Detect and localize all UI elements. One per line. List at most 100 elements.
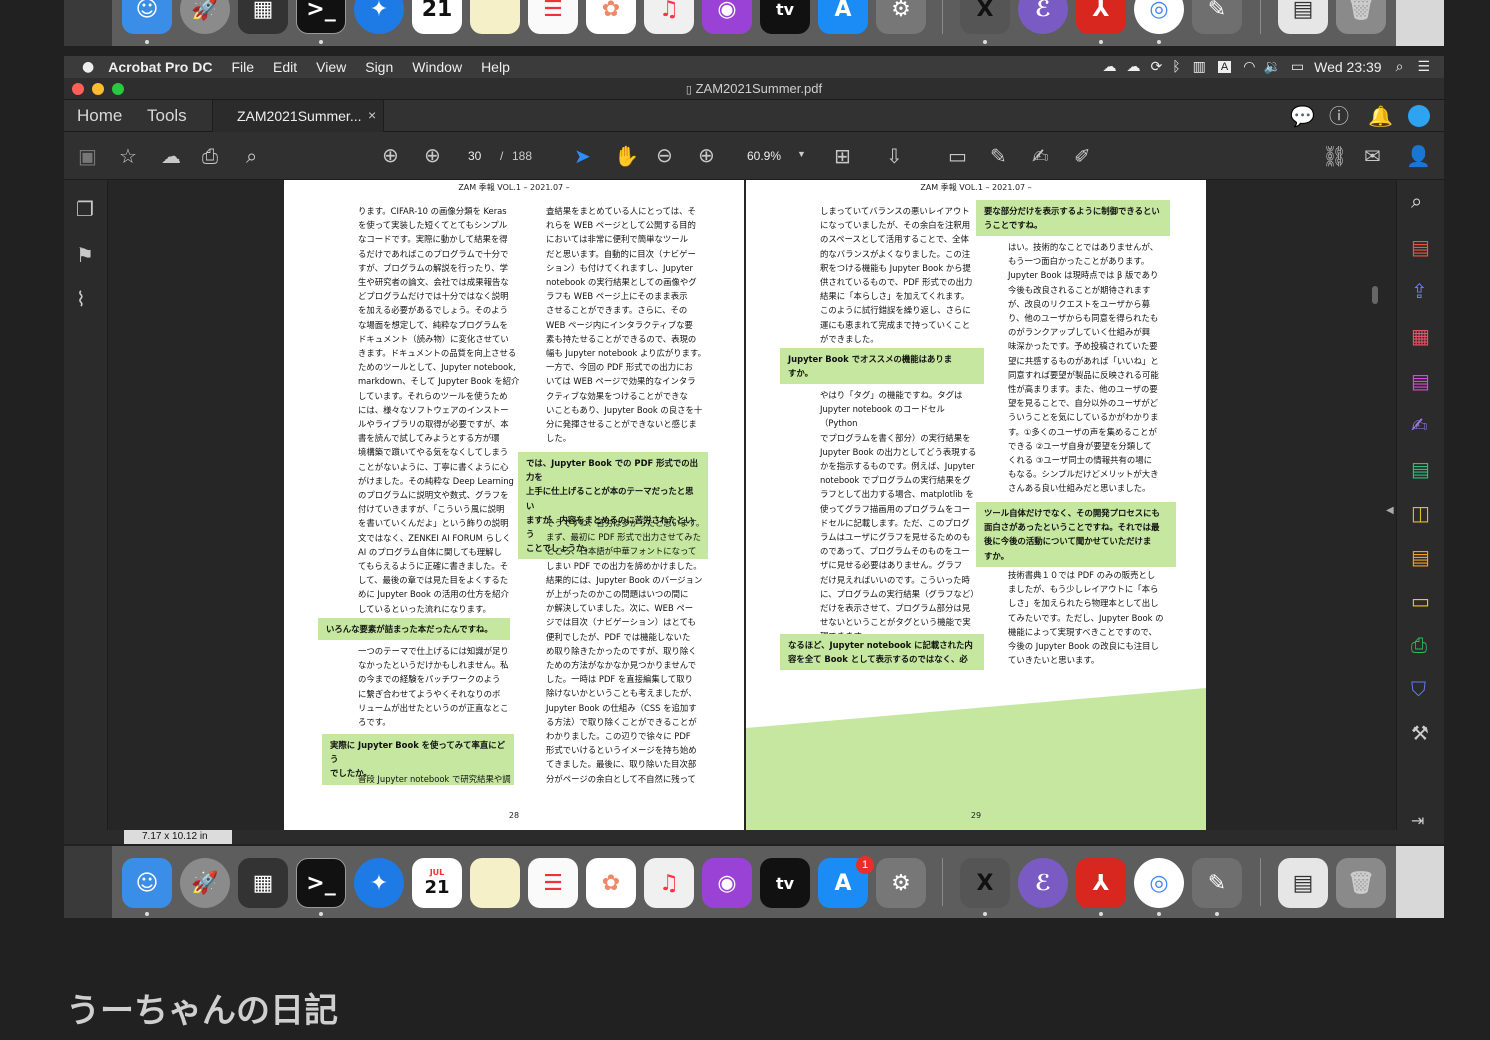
collapse-panel-icon[interactable]: ⇥	[1411, 810, 1424, 832]
zoom-dropdown-icon[interactable]: ▼	[797, 149, 806, 159]
notifications-bell-icon[interactable]: 🔔	[1368, 105, 1393, 127]
print-icon[interactable]: ⎙	[202, 145, 218, 167]
bookmark-star-icon[interactable]: ☆	[119, 145, 137, 167]
music-icon[interactable]: ♫	[644, 858, 694, 908]
more-tools-icon[interactable]: ⚒	[1411, 722, 1429, 744]
create-pdf-icon[interactable]: ▤	[1411, 236, 1430, 258]
comment-icon[interactable]: 💬	[1290, 105, 1315, 127]
documents-stack-icon[interactable]: ▤	[1278, 0, 1328, 34]
calendar-icon[interactable]: JUL 21	[412, 858, 462, 908]
next-page-icon[interactable]: ⊕	[424, 144, 441, 166]
safari-icon[interactable]: ✦	[354, 858, 404, 908]
apple-tv-icon[interactable]: tv	[760, 858, 810, 908]
page-thumbnails-icon[interactable]: ❐	[76, 198, 94, 220]
scrolling-mode-icon[interactable]: ⇩	[886, 145, 903, 167]
spotlight-icon[interactable]: ⌕	[1396, 59, 1404, 75]
protect-shield-icon[interactable]: ⛉	[1411, 678, 1426, 700]
system-preferences-icon[interactable]: ⚙	[876, 858, 926, 908]
podcasts-icon[interactable]: ◉	[702, 858, 752, 908]
comment-tool-icon[interactable]: ▭	[1411, 590, 1430, 612]
upload-cloud-icon[interactable]: ☁	[161, 145, 181, 167]
edit-document-icon[interactable]: ▤	[1411, 370, 1430, 392]
account-avatar[interactable]	[1408, 105, 1430, 127]
creative-cloud-icon[interactable]: ☁	[1103, 59, 1117, 75]
bluetooth-icon[interactable]: ᛒ	[1172, 59, 1180, 75]
trash-icon[interactable]: 🗑	[1336, 858, 1386, 908]
apple-icon[interactable]: ●	[82, 59, 94, 75]
add-user-icon[interactable]: 👤	[1406, 145, 1431, 167]
calendar-icon[interactable]: 21	[412, 0, 462, 34]
menu-help[interactable]: Help	[481, 59, 510, 75]
tab-home[interactable]: Home	[77, 106, 122, 126]
launchpad-icon[interactable]: 🚀	[180, 858, 230, 908]
fill-sign-icon[interactable]: ✍	[1411, 414, 1428, 436]
tab-document[interactable]: ZAM2021Summer... ×	[212, 100, 384, 132]
chrome-icon[interactable]: ◎	[1134, 858, 1184, 908]
reminders-icon[interactable]: ☰	[528, 858, 578, 908]
reminders-icon[interactable]: ☰	[528, 0, 578, 34]
system-preferences-icon[interactable]: ⚙	[876, 0, 926, 34]
scan-ocr-icon[interactable]: ▤	[1411, 546, 1430, 568]
compare-files-icon[interactable]: ◫	[1411, 502, 1430, 524]
terminal-icon[interactable]: >_	[296, 0, 346, 34]
trash-icon[interactable]: 🗑	[1336, 0, 1386, 34]
search-zoom-icon[interactable]: ⌕	[1411, 190, 1422, 212]
print-production-icon[interactable]: ⎙	[1411, 634, 1427, 656]
notes-icon[interactable]	[470, 858, 520, 908]
export-pdf-icon[interactable]: ⇪	[1411, 280, 1428, 302]
sync-icon[interactable]: ⟳	[1151, 59, 1163, 75]
gimp-icon[interactable]: ✎	[1192, 858, 1242, 908]
cloud-sync-icon[interactable]: ☁	[1127, 59, 1141, 75]
gimp-icon[interactable]: ✎	[1192, 0, 1242, 34]
launchpad-icon[interactable]: 🚀	[180, 0, 230, 34]
photos-icon[interactable]: ✿	[586, 0, 636, 34]
chrome-icon[interactable]: ◎	[1134, 0, 1184, 34]
attachments-icon[interactable]: ⌇	[76, 288, 86, 310]
page-display-icon[interactable]: ⊞	[834, 145, 851, 167]
podcasts-icon[interactable]: ◉	[702, 0, 752, 34]
organize-pages-icon[interactable]: ▦	[1411, 325, 1430, 347]
apple-tv-icon[interactable]: tv	[760, 0, 810, 34]
volume-icon[interactable]: 🔉	[1263, 59, 1280, 75]
acrobat-icon[interactable]: ⅄	[1076, 0, 1126, 34]
menu-file[interactable]: File	[231, 59, 254, 75]
zoom-out-icon[interactable]: ⊖	[656, 144, 673, 166]
input-source-icon[interactable]: A	[1217, 61, 1232, 73]
edit-pdf-icon[interactable]: ✐	[1074, 145, 1091, 167]
finder-icon[interactable]: ☺	[122, 858, 172, 908]
zoom-search-icon[interactable]: ⌕	[246, 145, 257, 167]
send-for-review-icon[interactable]: ▤	[1411, 458, 1430, 480]
notes-icon[interactable]	[470, 0, 520, 34]
draw-signature-icon[interactable]: ✍	[1032, 145, 1049, 167]
zoom-in-icon[interactable]: ⊕	[698, 144, 715, 166]
documents-stack-icon[interactable]: ▤	[1278, 858, 1328, 908]
collapse-right-panel-icon[interactable]: ◀	[1386, 505, 1394, 516]
menu-view[interactable]: View	[316, 59, 346, 75]
vertical-scrollbar-thumb[interactable]	[1372, 286, 1378, 304]
bookmarks-icon[interactable]: ⚑	[76, 244, 94, 266]
add-comment-icon[interactable]: ▭	[948, 145, 967, 167]
xquartz-icon[interactable]: X	[960, 858, 1010, 908]
control-center-icon[interactable]: ☰	[1417, 59, 1430, 75]
xquartz-icon[interactable]: X	[960, 0, 1010, 34]
app-name-menu[interactable]: Acrobat Pro DC	[108, 59, 212, 75]
tab-tools[interactable]: Tools	[147, 106, 187, 126]
menu-window[interactable]: Window	[412, 59, 462, 75]
app-store-icon[interactable]: A	[818, 0, 868, 34]
terminal-icon[interactable]: >_	[296, 858, 346, 908]
finder-icon[interactable]: ☺	[122, 0, 172, 34]
highlight-pen-icon[interactable]: ✎	[990, 145, 1007, 167]
mission-control-icon[interactable]: ▦	[238, 858, 288, 908]
tab-close-icon[interactable]: ×	[368, 107, 376, 123]
share-link-icon[interactable]: ⛓	[1322, 145, 1347, 167]
hand-tool-icon[interactable]: ✋	[614, 145, 639, 167]
blog-title[interactable]: うーちゃんの日記	[66, 983, 338, 1032]
mission-control-icon[interactable]: ▦	[238, 0, 288, 34]
select-cursor-icon[interactable]: ➤	[574, 145, 591, 167]
emacs-icon[interactable]: ℰ	[1018, 858, 1068, 908]
acrobat-icon[interactable]: ⅄	[1076, 858, 1126, 908]
current-page-input[interactable]: 30	[468, 149, 481, 163]
menu-edit[interactable]: Edit	[273, 59, 297, 75]
emacs-icon[interactable]: ℰ	[1018, 0, 1068, 34]
document-canvas[interactable]: ZAM 季報 VOL.1 – 2021.07 – ります。CIFAR-10 の画…	[108, 180, 1396, 830]
